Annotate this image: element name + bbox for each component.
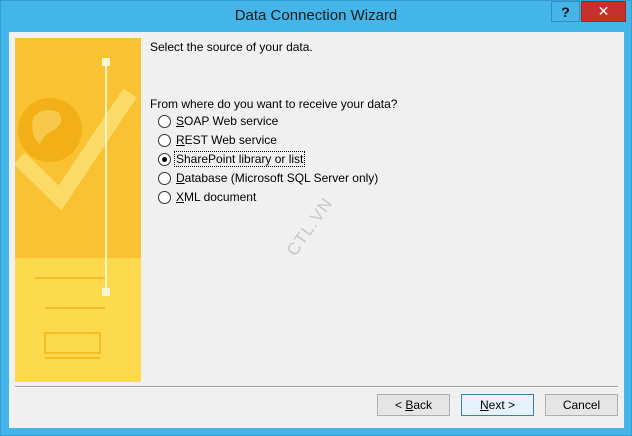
option-soap-web-service[interactable]: SOAP Web service: [158, 113, 279, 129]
button-separator: [15, 386, 618, 388]
option-database[interactable]: Database (Microsoft SQL Server only): [158, 170, 379, 186]
title-bar: Data Connection Wizard ? ✕: [1, 1, 631, 31]
dialog-window: Data Connection Wizard ? ✕ Select the so…: [0, 0, 632, 436]
option-label: XML document: [176, 190, 257, 204]
close-button[interactable]: ✕: [581, 1, 626, 22]
radio-sharepoint[interactable]: [158, 152, 171, 166]
globe-checkmark-illustration: [15, 38, 141, 382]
watermark-text: CTL.VN: [282, 194, 337, 260]
cancel-button[interactable]: Cancel: [545, 394, 618, 416]
wizard-banner-graphic: [15, 38, 141, 382]
radio-rest[interactable]: [158, 133, 171, 147]
option-label: SharePoint library or list: [173, 151, 306, 167]
dialog-body: Select the source of your data. From whe…: [9, 32, 624, 428]
radio-soap[interactable]: [158, 114, 171, 128]
next-button[interactable]: Next >: [461, 394, 534, 416]
option-label: Database (Microsoft SQL Server only): [176, 171, 379, 185]
option-xml-document[interactable]: XML document: [158, 189, 257, 205]
option-rest-web-service[interactable]: REST Web service: [158, 132, 278, 148]
window-title: Data Connection Wizard: [234, 7, 398, 24]
option-label: SOAP Web service: [176, 114, 279, 128]
back-button[interactable]: < Back: [377, 394, 450, 416]
option-sharepoint-library[interactable]: SharePoint library or list: [158, 151, 306, 167]
source-question: From where do you want to receive your d…: [150, 97, 398, 111]
source-prompt: Select the source of your data.: [150, 40, 313, 54]
option-label: REST Web service: [176, 133, 277, 147]
radio-database[interactable]: [158, 171, 171, 185]
radio-xml[interactable]: [158, 190, 171, 204]
help-button[interactable]: ?: [551, 1, 580, 22]
